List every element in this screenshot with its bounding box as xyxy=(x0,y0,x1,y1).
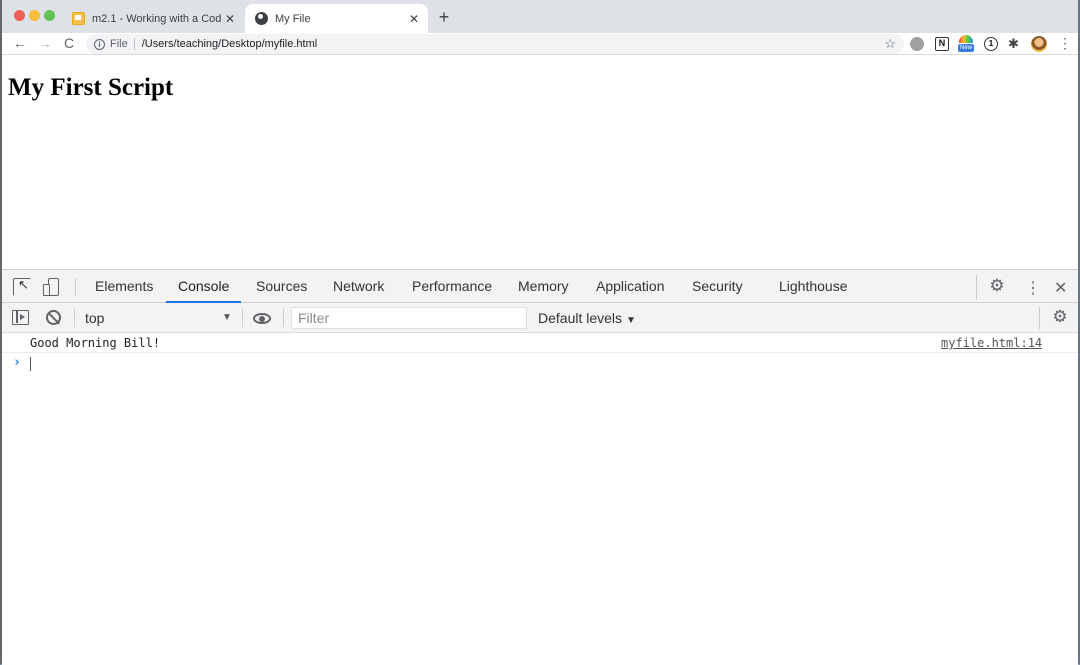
onepassword-extension-icon[interactable]: 1 xyxy=(984,37,998,51)
source-link[interactable]: myfile.html:14 xyxy=(941,333,1042,353)
more-options-icon[interactable]: ⋮ xyxy=(1025,278,1041,298)
console-settings-gear-icon[interactable]: ⚙ xyxy=(1052,308,1068,325)
close-devtools-icon[interactable]: ✕ xyxy=(1054,278,1067,298)
divider xyxy=(976,275,977,299)
context-value: top xyxy=(85,310,105,326)
tab-security[interactable]: Security xyxy=(692,270,743,303)
slides-icon xyxy=(72,12,85,25)
close-tab-icon[interactable]: ✕ xyxy=(222,12,238,26)
divider xyxy=(1039,307,1040,329)
tab-title: My File xyxy=(275,12,311,25)
divider xyxy=(75,278,76,296)
show-sidebar-icon[interactable] xyxy=(12,310,29,325)
live-expression-eye-icon[interactable] xyxy=(253,313,271,324)
tab-performance[interactable]: Performance xyxy=(412,270,492,303)
console-toolbar: top ▼ Default levels▼ ⚙ xyxy=(2,303,1078,333)
dropdown-arrow-icon: ▼ xyxy=(222,312,232,323)
devtools-panel: Elements Console Sources Network Perform… xyxy=(2,269,1078,665)
console-prompt[interactable]: › xyxy=(2,353,1078,375)
browser-tab-code-editor[interactable]: m2.1 - Working with a Code Ed ✕ xyxy=(64,4,244,33)
message-text: Good Morning Bill! xyxy=(30,336,161,350)
settings-gear-icon[interactable]: ⚙ xyxy=(989,277,1005,294)
divider xyxy=(283,309,284,327)
rainbow-glyph xyxy=(959,35,973,43)
divider xyxy=(133,38,135,50)
text-cursor[interactable] xyxy=(30,357,31,371)
inspect-element-icon[interactable] xyxy=(13,277,31,296)
new-tab-button[interactable]: + xyxy=(434,7,454,28)
address-bar[interactable]: i File /Users/teaching/Desktop/myfile.ht… xyxy=(86,34,904,54)
info-icon[interactable]: i xyxy=(94,38,105,50)
tab-title: m2.1 - Working with a Code Ed xyxy=(92,12,222,25)
bookmark-star-icon[interactable]: ☆ xyxy=(884,36,896,52)
page-content: My First Script xyxy=(2,56,1078,269)
browser-menu-icon[interactable]: ⋮ xyxy=(1058,35,1072,52)
notion-extension-icon[interactable]: N xyxy=(935,37,949,51)
filter-input[interactable] xyxy=(291,307,527,329)
devtools-tabbar: Elements Console Sources Network Perform… xyxy=(2,270,1078,303)
page-heading: My First Script xyxy=(8,74,174,101)
log-levels-dropdown[interactable]: Default levels ▼ xyxy=(538,303,636,333)
tablet-glyph xyxy=(43,284,50,296)
levels-label: Default levels xyxy=(538,310,623,326)
close-window-button[interactable] xyxy=(14,10,25,21)
browser-window: m2.1 - Working with a Code Ed ✕ My File … xyxy=(0,0,1080,665)
device-toolbar-icon[interactable] xyxy=(43,278,61,296)
tab-elements[interactable]: Elements xyxy=(95,270,153,303)
prompt-chevron-icon: › xyxy=(13,355,21,370)
extensions-puzzle-icon[interactable]: ✱ xyxy=(1008,37,1022,51)
console-message: Good Morning Bill! myfile.html:14 xyxy=(2,333,1078,353)
close-tab-icon[interactable]: ✕ xyxy=(406,12,422,26)
extension-grey-icon[interactable] xyxy=(910,37,924,51)
tab-console[interactable]: Console xyxy=(166,270,242,303)
reload-icon[interactable]: C xyxy=(60,35,78,51)
divider xyxy=(74,309,75,327)
back-arrow-icon[interactable]: ← xyxy=(11,35,29,51)
maximize-window-button[interactable] xyxy=(44,10,55,21)
tab-strip: m2.1 - Working with a Code Ed ✕ My File … xyxy=(2,0,1078,33)
console-output: Good Morning Bill! myfile.html:14 › xyxy=(2,333,1078,375)
clear-console-icon[interactable] xyxy=(46,310,61,325)
tab-lighthouse[interactable]: Lighthouse xyxy=(779,270,848,303)
forward-arrow-icon[interactable]: → xyxy=(36,35,54,51)
globe-icon xyxy=(255,12,268,25)
context-selector[interactable]: top ▼ xyxy=(85,303,235,333)
tab-network[interactable]: Network xyxy=(333,270,384,303)
dropdown-arrow-icon: ▼ xyxy=(626,315,636,326)
new-badge: New xyxy=(958,44,974,52)
tab-application[interactable]: Application xyxy=(596,270,665,303)
rainbow-extension-icon[interactable]: New xyxy=(958,35,974,53)
url-text[interactable]: /Users/teaching/Desktop/myfile.html xyxy=(142,38,317,50)
minimize-window-button[interactable] xyxy=(29,10,40,21)
browser-toolbar: ← → C i File /Users/teaching/Desktop/myf… xyxy=(2,33,1078,55)
tab-memory[interactable]: Memory xyxy=(518,270,569,303)
tab-sources[interactable]: Sources xyxy=(256,270,307,303)
profile-avatar[interactable] xyxy=(1031,36,1047,52)
scheme-label: File xyxy=(110,38,128,50)
browser-tab-my-file[interactable]: My File ✕ xyxy=(245,4,428,33)
divider xyxy=(242,309,243,327)
